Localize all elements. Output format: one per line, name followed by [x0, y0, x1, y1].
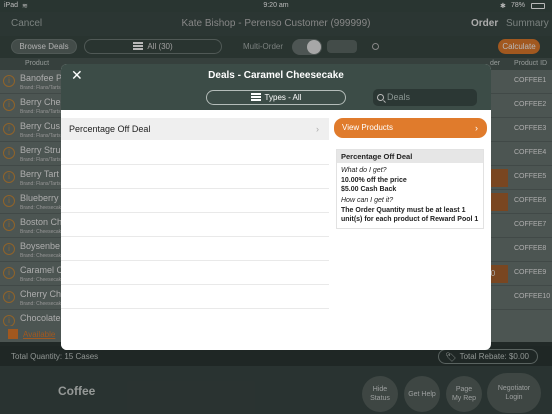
- types-filter-label: Types - All: [264, 93, 302, 102]
- divider: [61, 212, 329, 213]
- search-icon: [377, 94, 384, 101]
- list-icon: [250, 93, 261, 101]
- condition-line-2: unit(s) for each product of Reward Pool …: [341, 216, 479, 223]
- deals-modal: ✕ Deals - Caramel Cheesecake Types - All…: [61, 64, 491, 350]
- view-products-button[interactable]: View Products ›: [334, 118, 487, 138]
- answer-cashback: $5.00 Cash Back: [341, 186, 397, 193]
- answer-discount: 10.00% off the price: [341, 177, 407, 184]
- deal-detail-card: Percentage Off Deal What do I get? 10.00…: [336, 149, 484, 229]
- deals-search-placeholder: Deals: [387, 92, 411, 102]
- view-products-label: View Products: [342, 123, 393, 132]
- divider: [61, 164, 329, 165]
- deal-list: [61, 110, 329, 350]
- divider: [61, 236, 329, 237]
- chevron-right-icon: ›: [475, 123, 478, 133]
- divider: [61, 188, 329, 189]
- question-what: What do I get?: [341, 167, 387, 174]
- condition-line-1: The Order Quantity must be at least 1: [341, 207, 466, 214]
- deal-detail-title: Percentage Off Deal: [337, 150, 483, 163]
- divider: [61, 308, 329, 309]
- question-how: How can I get it?: [341, 197, 394, 204]
- deal-item-label: Percentage Off Deal: [69, 124, 151, 134]
- deals-search-input[interactable]: Deals: [373, 89, 477, 106]
- chevron-right-icon: ›: [316, 124, 319, 134]
- divider: [61, 260, 329, 261]
- modal-title: Deals - Caramel Cheesecake: [208, 70, 344, 81]
- deal-item[interactable]: Percentage Off Deal ›: [61, 118, 329, 140]
- types-filter-button[interactable]: Types - All: [206, 90, 346, 105]
- divider: [61, 284, 329, 285]
- modal-header: ✕ Deals - Caramel Cheesecake Types - All…: [61, 64, 491, 110]
